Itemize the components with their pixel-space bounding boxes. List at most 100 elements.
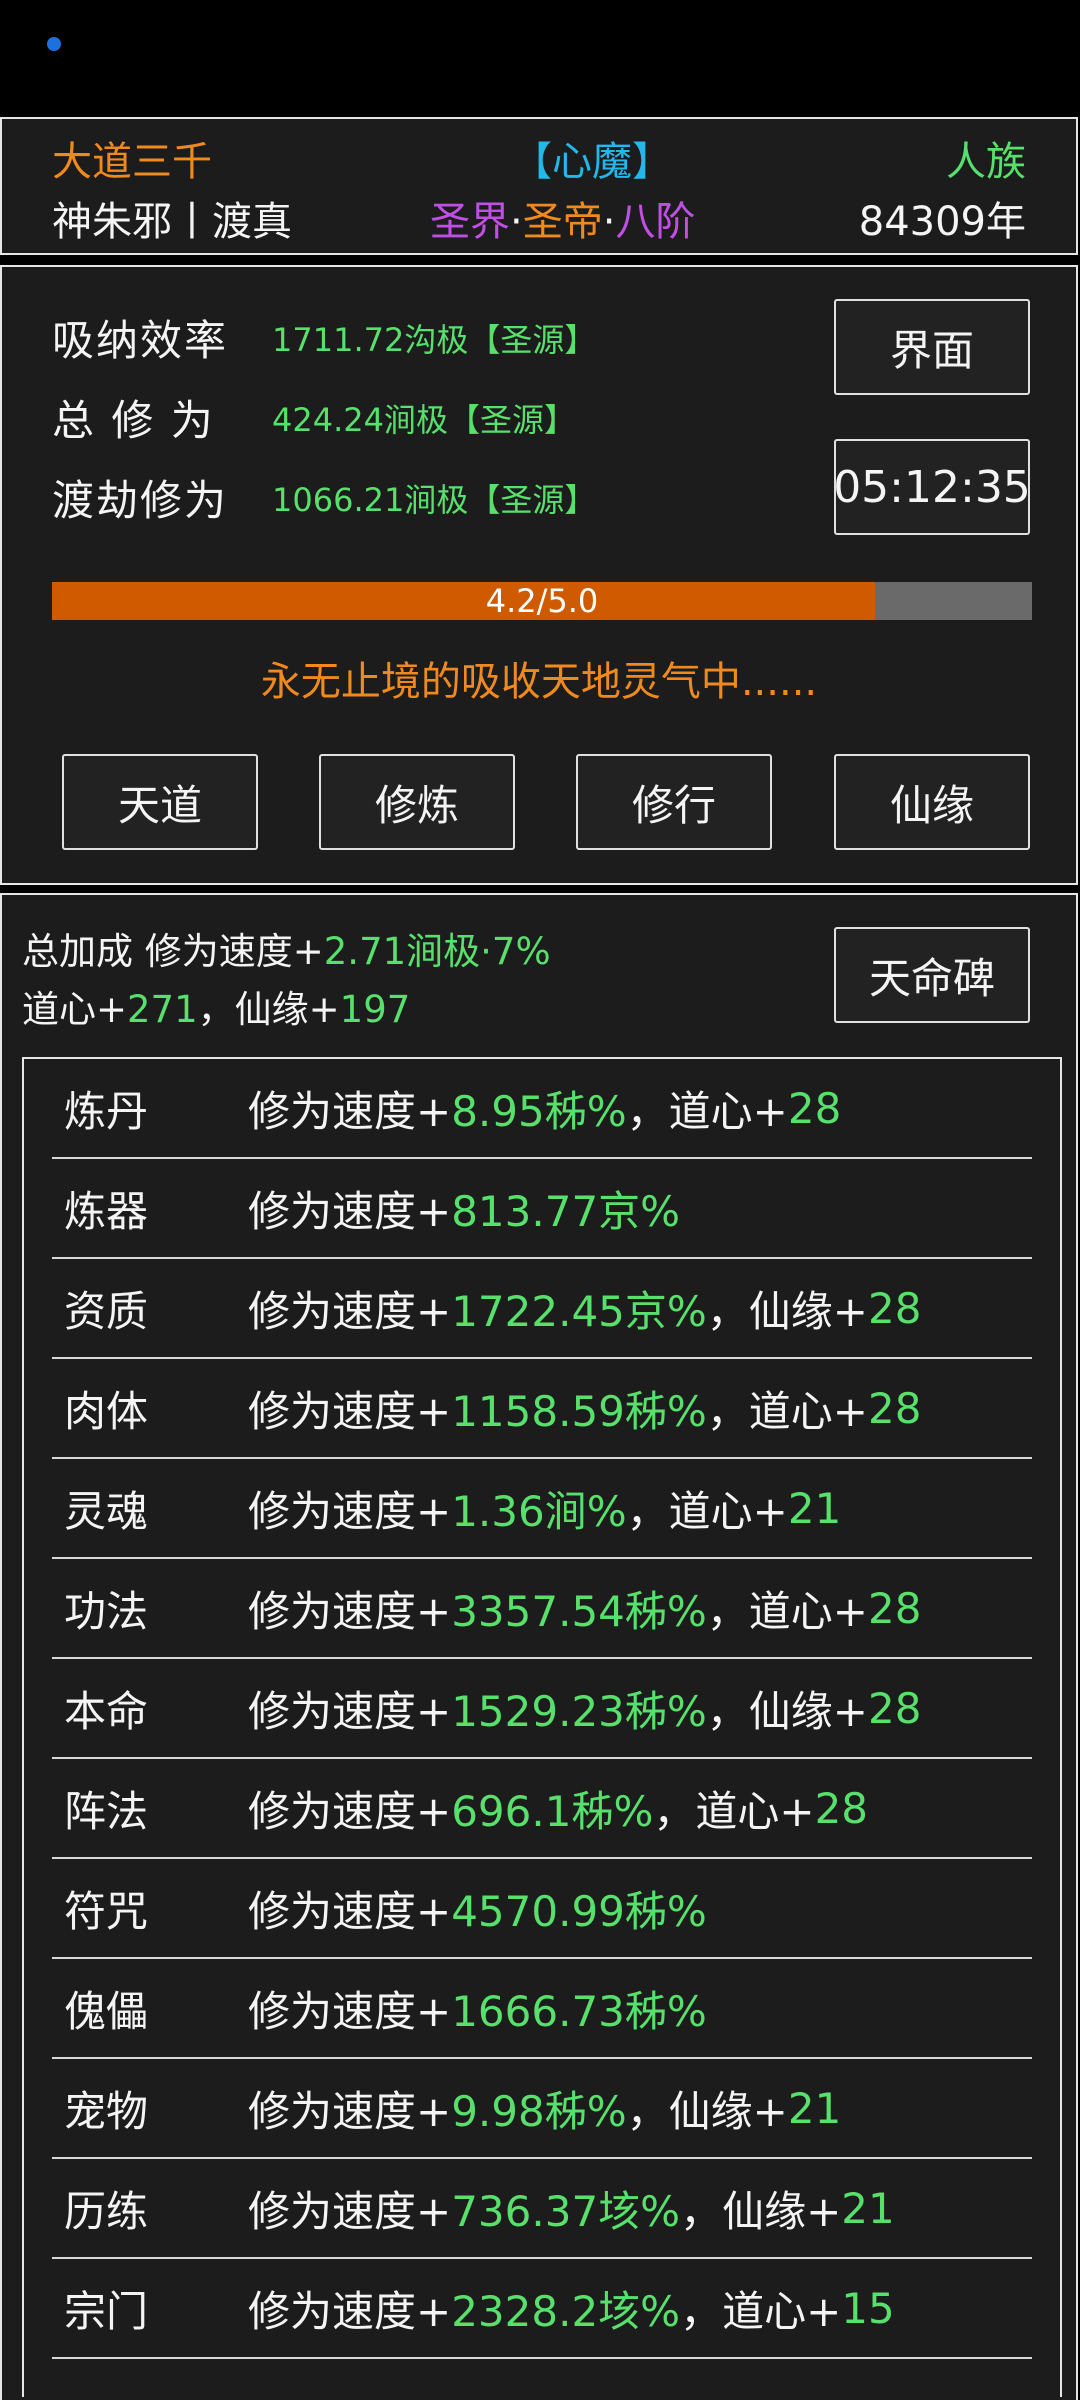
bonus-row-extra: 28 [868,1283,922,1333]
bonus-row-desc: 修为速度+ 8.95秭% ，道心+ 28 [248,1059,841,1157]
bonus-row-value: 1.36涧% [451,1486,627,1536]
bonus-row[interactable]: 肉体 修为速度+ 1158.59秭% ，道心+ 28 [52,1359,1032,1459]
bonus-row-value: 1722.45京% [451,1286,707,1336]
bonus-row-name: 炼丹 [64,1086,149,1136]
cultivation-panel: 吸纳效率 1711.72沟极【圣源】 总 修 为 424.24涧极【圣源】 渡劫… [0,265,1078,885]
bonus-row[interactable]: 阵法 修为速度+ 696.1秭% ，道心+ 28 [52,1759,1032,1859]
bonus-row[interactable]: 灵魂 修为速度+ 1.36涧% ，道心+ 21 [52,1459,1032,1559]
bonus-row-sep: ，仙缘+ [706,1286,868,1336]
bonus-row[interactable]: 历练 修为速度+ 736.37垓% ，仙缘+ 21 [52,2159,1032,2259]
practice-button[interactable]: 修行 [576,754,772,850]
tribulation-cultivation-label: 渡劫修为 [52,476,229,525]
bonus-row-sep: ，仙缘+ [626,2086,788,2136]
bonus-row-value: 8.95秭% [451,1086,627,1136]
bonus-row-extra: 28 [787,1083,842,1133]
bonus-row[interactable]: 本命 修为速度+ 1529.23秭% ，仙缘+ 28 [52,1659,1032,1759]
bonus-row-prefix: 修为速度+ [248,1686,452,1736]
bonus-row-prefix: 修为速度+ [248,2186,452,2236]
timer-button[interactable]: 05:12:35 [833,439,1031,535]
bonus-row-extra: 28 [814,1783,869,1833]
bonus-row-name: 宗门 [64,2286,149,2336]
bonus-row-desc: 修为速度+ 1158.59秭% ，道心+ 28 [248,1359,921,1457]
total-bonus-prefix: 总加成 修为速度+ [22,930,324,973]
bonus-row-extra: 28 [868,1583,922,1633]
bonus-row-prefix: 修为速度+ [248,1186,452,1236]
destiny-stele-button[interactable]: 天命碑 [834,927,1030,1023]
bonus-row-value: 696.1秭% [451,1786,654,1836]
bonus-row-sep: ，道心+ [706,1586,868,1636]
bonus-row-desc: 修为速度+ 736.37垓% ，仙缘+ 21 [248,2159,895,2257]
realm-separator: · [602,199,616,245]
bonus-row-value: 4570.99秭% [451,1886,707,1936]
bonus-row-prefix: 修为速度+ [248,1286,452,1336]
bonus-row-sep: ，仙缘+ [706,1686,868,1736]
bonus-row[interactable]: 功法 修为速度+ 3357.54秭% ，道心+ 28 [52,1559,1032,1659]
bonus-row-prefix: 修为速度+ [248,1986,452,2036]
bonus-row[interactable]: 资质 修为速度+ 1722.45京% ，仙缘+ 28 [52,1259,1032,1359]
game-title: 大道三千 [52,139,212,185]
bonus-row[interactable]: 炼器 修为速度+ 813.77京% [52,1159,1032,1259]
bonus-row-extra: 21 [841,2183,895,2233]
interface-button[interactable]: 界面 [834,299,1030,395]
bonus-row-extra: 28 [868,1683,922,1733]
bonus-row[interactable]: 炼丹 修为速度+ 8.95秭% ，道心+ 28 [52,1059,1032,1159]
bonus-row-desc: 修为速度+ 1666.73秭% [248,1959,707,2057]
bonus-row-prefix: 修为速度+ [248,2286,452,2336]
age-years: 84309年 [858,199,1026,245]
bonus-row-name: 功法 [64,1586,149,1636]
bonus-list: 炼丹 修为速度+ 8.95秭% ，道心+ 28 炼器 修为速度+ 813.77京% 资质 修为速度… [22,1057,1062,2397]
bonus-row[interactable]: 宠物 修为速度+ 9.98秭% ，仙缘+ 21 [52,2059,1032,2159]
bonus-row-name: 傀儡 [64,1986,149,2036]
bonus-row-name: 本命 [64,1686,149,1736]
bonus-row-value: 1529.23秭% [451,1686,707,1736]
bonus-row-prefix: 修为速度+ [248,1086,452,1136]
bonus-row-extra: 21 [787,2083,842,2133]
bonus-row-sep: ，仙缘+ [680,2186,842,2236]
bonus-row-value: 2328.2垓% [451,2286,681,2336]
cultivation-progress-bar: 4.2/5.0 [52,582,1032,620]
bonus-row-extra: 15 [841,2283,895,2333]
bonus-row-name: 灵魂 [64,1486,149,1536]
bonus-row-desc: 修为速度+ 1529.23秭% ，仙缘+ 28 [248,1659,921,1757]
bonus-row-value: 1158.59秭% [451,1386,707,1436]
bonus-row-name: 历练 [64,2186,149,2236]
realm-separator: · [510,199,523,245]
race-label: 人族 [946,139,1026,185]
bonus-row-prefix: 修为速度+ [248,2086,452,2136]
bonus-panel: 总加成 修为速度+2.71涧极·7% 道心+271，仙缘+197 天命碑 炼丹修… [0,893,1078,2400]
inner-demon-tag[interactable]: 【心魔】 [512,129,672,187]
bonus-row[interactable]: 符咒 修为速度+ 4570.99秭% [52,1859,1032,1959]
total-bonus-value: 2.71涧极·7% [323,930,551,973]
bonus-row-name: 肉体 [64,1386,149,1436]
bonus-row-extra: 21 [787,1483,842,1533]
realm-world: 圣界 [430,199,510,245]
bonus-row-desc: 修为速度+ 4570.99秭% [248,1859,707,1957]
heaven-dao-button[interactable]: 天道 [62,754,258,850]
bonus-row-value: 9.98秭% [451,2086,627,2136]
total-cultivation-label: 总 修 为 [52,396,215,445]
cultivate-button[interactable]: 修炼 [319,754,515,850]
fate-button[interactable]: 仙缘 [834,754,1030,850]
tribulation-cultivation-value: 1066.21涧极【圣源】 [272,481,597,519]
absorb-rate-value: 1711.72沟极【圣源】 [272,321,597,359]
realm-rank: 圣帝 [522,199,603,245]
bonus-row[interactable]: 宗门 修为速度+ 2328.2垓% ，道心+ 15 [52,2259,1032,2359]
bonus-row[interactable]: 傀儡 修为速度+ 1666.73秭% [52,1959,1032,2059]
bonus-row-value: 3357.54秭% [451,1586,707,1636]
bonus-row-name: 炼器 [64,1186,149,1236]
bonus-row-value: 736.37垓% [451,2186,681,2236]
bonus-row-value: 813.77京% [451,1186,681,1236]
bonus-row-desc: 修为速度+ 696.1秭% ，道心+ 28 [248,1759,868,1857]
progress-label: 4.2/5.0 [485,582,599,620]
bonus-row-sep: ，道心+ [706,1386,868,1436]
fate-value: 197 [339,988,411,1031]
status-message: 永无止境的吸收天地灵气中...... [260,659,818,705]
total-bonus-line: 总加成 修为速度+2.71涧极·7% [22,921,551,975]
bonus-row-sep: ，道心+ [653,1786,815,1836]
bonus-row-desc: 修为速度+ 813.77京% [248,1159,680,1257]
bonus-row-value: 1666.73秭% [451,1986,707,2036]
bonus-row-prefix: 修为速度+ [248,1586,452,1636]
bonus-row-desc: 修为速度+ 3357.54秭% ，道心+ 28 [248,1559,921,1657]
absorb-rate-label: 吸纳效率 [52,316,229,365]
bonus-row-desc: 修为速度+ 2328.2垓% ，道心+ 15 [248,2259,895,2357]
